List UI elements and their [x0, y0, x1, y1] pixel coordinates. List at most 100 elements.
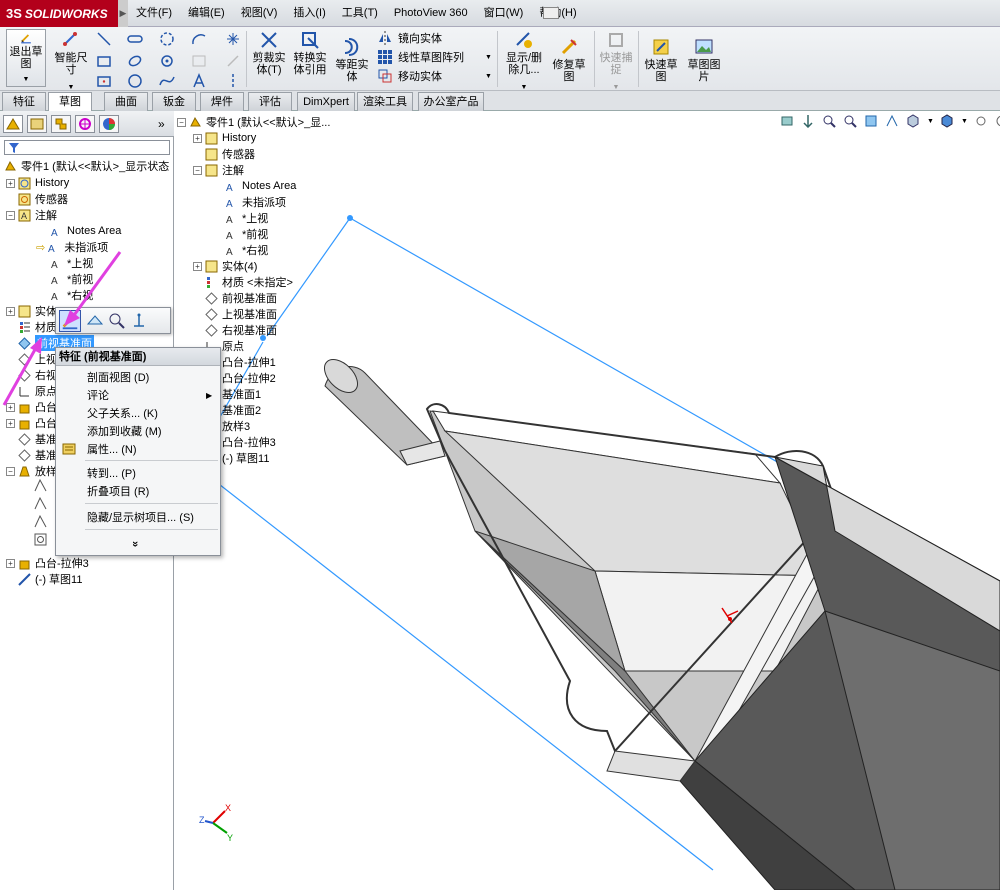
collapse-icon[interactable]: −: [6, 466, 15, 476]
arc-icon[interactable]: [191, 31, 207, 47]
collapse-icon[interactable]: −: [177, 117, 186, 127]
linear-pattern-button[interactable]: 线性草图阵列 ▼: [377, 48, 492, 66]
tree-notes-area[interactable]: A Notes Area: [50, 223, 121, 239]
normal-to-icon[interactable]: [86, 312, 104, 330]
menu-item-properties[interactable]: 属性... (N): [56, 440, 220, 458]
flyout-top-view[interactable]: A *上视: [225, 210, 268, 226]
rectangle-icon[interactable]: [96, 53, 112, 69]
menu-item-collapse[interactable]: 折叠项目 (R): [56, 482, 220, 500]
logo-arrow-icon[interactable]: ▶: [118, 0, 128, 27]
center-rectangle-icon[interactable]: [96, 73, 112, 89]
collapse-icon[interactable]: −: [6, 210, 15, 220]
command-tab[interactable]: 草图: [48, 92, 92, 112]
tree-unassigned[interactable]: ⇨ A 未指派项: [36, 239, 108, 255]
tree-right-view[interactable]: A *右视: [50, 287, 93, 303]
menu-item-hide-show[interactable]: 隐藏/显示树项目... (S): [56, 508, 220, 526]
command-tab[interactable]: DimXpert: [297, 92, 355, 111]
flyout-root[interactable]: − 零件1 (默认<<默认>_显...: [177, 114, 330, 130]
fillet-icon[interactable]: [191, 53, 207, 69]
configuration-manager-tab-icon[interactable]: [51, 115, 71, 133]
offset-entities-button[interactable]: 等距实 体: [331, 37, 373, 83]
expand-icon[interactable]: +: [6, 558, 15, 568]
flyout-unassigned[interactable]: A 未指派项: [225, 194, 286, 210]
display-delete-relations-button[interactable]: 显示/删 除几... ▼: [501, 30, 547, 94]
flyout-annotations[interactable]: − 注解: [193, 162, 244, 178]
quick-snaps-button[interactable]: 快速捕 捉 ▼: [596, 30, 636, 94]
command-tab[interactable]: 曲面: [104, 92, 148, 111]
move-entities-button[interactable]: 移动实体 ▼: [377, 67, 492, 85]
ellipse-icon[interactable]: [127, 53, 143, 69]
menu-item[interactable]: 插入(I): [285, 0, 333, 27]
command-tab[interactable]: 办公室产品: [418, 92, 484, 111]
solidworks-logo[interactable]: 3S SOLIDWORKS: [0, 0, 118, 27]
tree-boss1[interactable]: + 凸台: [6, 399, 57, 415]
spline-icon[interactable]: [159, 73, 175, 89]
centerline-icon[interactable]: [225, 73, 241, 89]
text-icon[interactable]: [191, 73, 207, 89]
mirror-entities-button[interactable]: 镜向实体: [377, 29, 442, 47]
point-circle-icon[interactable]: [159, 53, 175, 69]
flyout-right-plane[interactable]: 右视基准面: [205, 322, 277, 338]
flyout-material[interactable]: 材质 <未指定>: [205, 274, 293, 290]
tree-top-view[interactable]: A *上视: [50, 255, 93, 271]
tree-history[interactable]: + History: [6, 175, 69, 191]
menu-item-add-favorite[interactable]: 添加到收藏 (M): [56, 422, 220, 440]
flyout-right-view[interactable]: A *右视: [225, 242, 268, 258]
menu-item-comments[interactable]: 评论 ▶: [56, 386, 220, 404]
expand-icon[interactable]: +: [6, 178, 15, 188]
flyout-history[interactable]: + History: [193, 130, 256, 146]
expand-icon[interactable]: +: [6, 418, 15, 428]
tree-sketch11[interactable]: (-) 草图11: [18, 571, 82, 587]
circle-icon[interactable]: [159, 31, 175, 47]
line-icon[interactable]: [96, 31, 112, 47]
pin-menu-icon[interactable]: [543, 7, 559, 19]
sketch-icon[interactable]: [34, 479, 47, 492]
smart-dimension-button[interactable]: 智能尺 寸 ▼: [50, 30, 92, 94]
polygon-icon[interactable]: [127, 73, 143, 89]
zoom-to-selection-icon[interactable]: [108, 312, 126, 330]
flyout-sensors[interactable]: 传感器: [205, 146, 255, 162]
menu-item[interactable]: PhotoView 360: [386, 0, 476, 27]
command-tab[interactable]: 渲染工具: [357, 92, 413, 111]
repair-sketch-button[interactable]: 修复草 图: [548, 37, 590, 83]
tree-root[interactable]: 零件1 (默认<<默认>_显示状态: [4, 158, 169, 174]
tree-right-plane[interactable]: 右视: [18, 367, 57, 383]
menu-item-section-view[interactable]: 剖面视图 (D): [56, 368, 220, 386]
tree-top-plane[interactable]: 上视: [18, 351, 57, 367]
tree-annotations[interactable]: − A 注解: [6, 207, 57, 223]
command-tab[interactable]: 评估: [248, 92, 292, 111]
tree-solid-bodies[interactable]: + 实体: [6, 303, 57, 319]
expand-icon[interactable]: +: [193, 261, 202, 271]
tree-sensors[interactable]: 传感器: [18, 191, 68, 207]
rapid-sketch-button[interactable]: 快速草 图: [641, 37, 681, 83]
collapse-icon[interactable]: −: [193, 165, 202, 175]
command-tab[interactable]: 特征: [2, 92, 46, 111]
tree-filter-input[interactable]: [4, 140, 170, 155]
expand-icon[interactable]: +: [193, 133, 202, 143]
tree-origin[interactable]: 原点: [18, 383, 57, 399]
flyout-solid-bodies[interactable]: + 实体(4): [193, 258, 257, 274]
expand-icon[interactable]: +: [6, 306, 15, 316]
tree-front-view[interactable]: A *前视: [50, 271, 93, 287]
convert-entities-button[interactable]: 转换实 体引用: [289, 30, 331, 76]
tree-plane1[interactable]: 基准: [18, 431, 57, 447]
flyout-front-view[interactable]: A *前视: [225, 226, 268, 242]
edit-sketch-icon[interactable]: [59, 310, 81, 332]
exit-sketch-button[interactable]: 退出草 图 ▼: [6, 29, 46, 87]
sketch-icon[interactable]: [34, 515, 47, 528]
tree-material[interactable]: 材质: [18, 319, 57, 335]
feature-manager-tab-icon[interactable]: [3, 115, 23, 133]
construction-line-icon[interactable]: [225, 53, 241, 69]
sketch-picture-button[interactable]: 草图图 片: [683, 37, 725, 83]
tree-loft[interactable]: − 放样: [6, 463, 57, 479]
graphics-area[interactable]: ▼ ▼ X Y Z − 零件1 (默认<<默认>_显... + History …: [175, 111, 1000, 890]
tree-boss3[interactable]: + 凸台-拉伸3: [6, 555, 89, 571]
expand-icon[interactable]: +: [6, 402, 15, 412]
flyout-front-plane[interactable]: 前视基准面: [205, 290, 277, 306]
menu-item[interactable]: 文件(F): [128, 0, 180, 27]
menu-item-go-to[interactable]: 转到... (P): [56, 464, 220, 482]
tree-boss2[interactable]: + 凸台: [6, 415, 57, 431]
point-icon[interactable]: [225, 31, 241, 47]
sketch-icon[interactable]: [34, 497, 47, 510]
sketch-icon[interactable]: [34, 533, 47, 546]
